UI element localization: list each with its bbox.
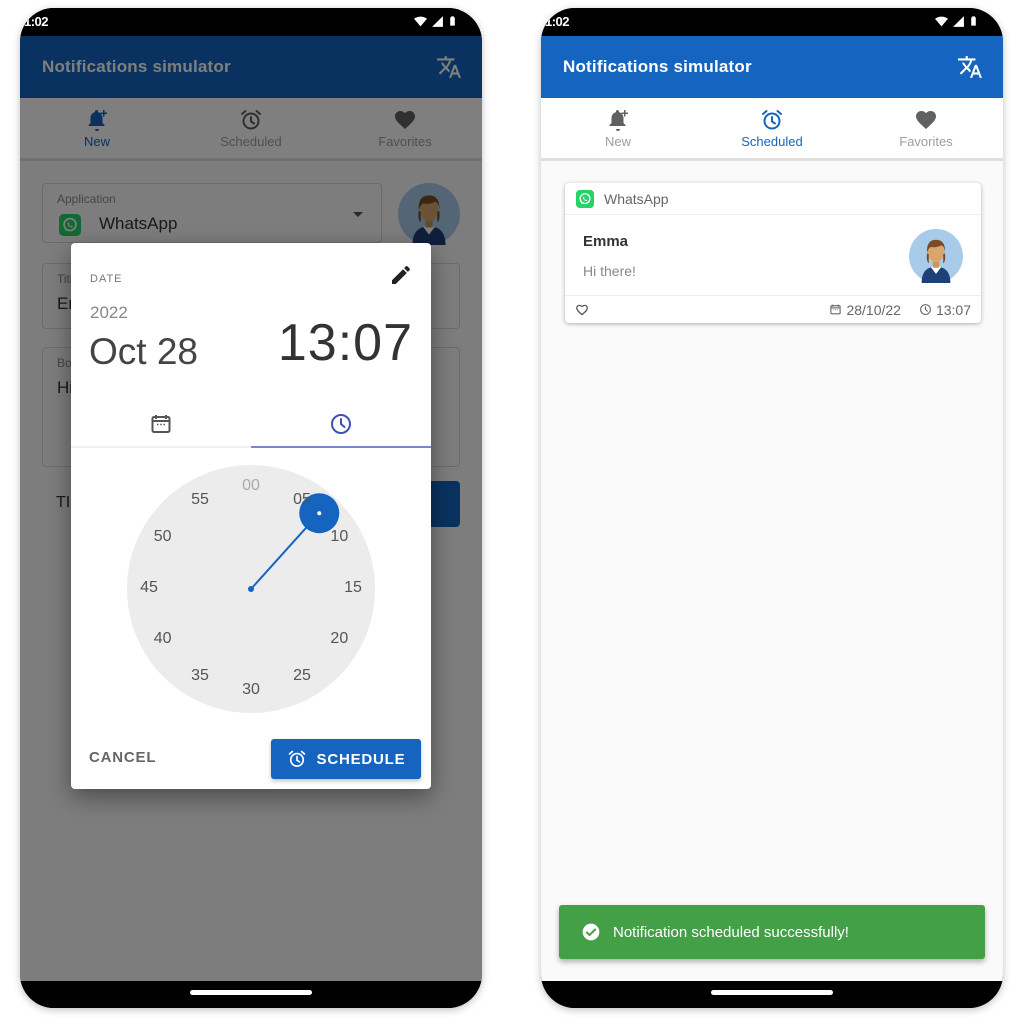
card-date-value: 28/10/22 [846,301,901,318]
favorite-heart-outline-icon[interactable] [575,303,589,317]
clock-number[interactable]: 20 [325,630,353,648]
app-title: Notifications simulator [563,57,752,76]
tab-date[interactable] [71,401,251,446]
status-time: 1:02 [545,14,570,29]
clock-number[interactable]: 25 [288,667,316,685]
clock-number[interactable]: 55 [186,491,214,509]
schedule-button-label: SCHEDULE [316,750,406,768]
home-indicator[interactable] [190,990,312,995]
clock-number[interactable]: 50 [149,528,177,546]
clock-number[interactable]: 05 [288,491,316,509]
clock-number[interactable]: 40 [149,630,177,648]
calendar-icon [149,412,173,436]
status-icons [934,14,979,28]
translate-icon[interactable] [957,54,983,80]
status-bar: 1:02 [541,8,1003,36]
status-time: 1:02 [24,14,49,29]
snackbar-message: Notification scheduled successfully! [613,923,849,941]
status-bar: 1:02 [20,8,482,36]
datetime-picker-dialog: DATE 2022 Oct 28 13:07 00 05 10 15 20 25 30 35 4… [71,243,431,789]
battery-icon [447,14,458,28]
schedule-button[interactable]: SCHEDULE [271,739,421,779]
clock-number[interactable]: 30 [237,681,265,699]
clock-number[interactable]: 45 [135,579,163,597]
right-phone-frame: 1:02 Notifications simulator New Schedul… [541,8,1003,1008]
home-indicator[interactable] [711,990,833,995]
wifi-icon [413,15,428,28]
scheduled-notification-card[interactable]: WhatsApp Emma Hi there! 28/10/22 13:07 [565,183,981,323]
heart-icon [914,108,938,132]
picker-tabs [71,401,431,448]
alarm-clock-icon [287,749,307,769]
tab-scheduled[interactable]: Scheduled [695,98,849,158]
battery-icon [968,14,979,28]
card-time-value: 13:07 [935,301,971,318]
clock-number[interactable]: 00 [237,477,265,495]
screen: Notifications simulator New Scheduled Fa… [20,36,482,981]
selected-year[interactable]: 2022 [90,303,128,323]
scheduled-list: WhatsApp Emma Hi there! 28/10/22 13:07 N… [541,161,1003,981]
clock-number[interactable]: 35 [186,667,214,685]
alarm-clock-icon [760,108,784,132]
card-sender: Emma [583,233,629,250]
card-header: WhatsApp [565,183,981,215]
calendar-icon [829,303,842,316]
selected-time[interactable]: 13:07 [278,313,413,373]
tab-label: Scheduled [741,133,803,149]
clock-hand[interactable] [127,465,375,713]
signal-icon [952,15,965,28]
card-date: 28/10/22 [829,302,901,318]
tab-favorites[interactable]: Favorites [849,98,1003,158]
signal-icon [431,15,444,28]
tab-new[interactable]: New [541,98,695,158]
whatsapp-icon [576,190,594,208]
tab-bar: New Scheduled Favorites [541,98,1003,161]
card-app-name: WhatsApp [604,190,669,207]
clock-number[interactable]: 10 [325,528,353,546]
clock-hand-knob-dot [317,511,322,516]
left-phone-frame: 1:02 Notifications simulator New Schedul… [20,8,482,1008]
clock-number[interactable]: 15 [339,579,367,597]
check-circle-icon [581,922,601,942]
clock-icon [329,412,353,436]
screen: Notifications simulator New Scheduled Fa… [541,36,1003,981]
clock-icon [919,303,932,316]
card-message: Hi there! [583,263,636,279]
bell-plus-icon [606,108,630,132]
minute-clock-face[interactable]: 00 05 10 15 20 25 30 35 40 45 50 55 [127,465,375,713]
tab-label: Favorites [899,133,953,149]
card-time: 13:07 [919,302,971,318]
clock-center-dot [248,586,254,592]
tab-label: New [604,133,631,149]
tab-time[interactable] [251,401,431,448]
avatar [909,229,963,283]
card-footer: 28/10/22 13:07 [565,295,981,323]
date-label: DATE [90,273,123,285]
edit-icon[interactable] [389,263,413,287]
app-bar: Notifications simulator [541,36,1003,98]
status-icons [413,14,458,28]
cancel-button[interactable]: CANCEL [89,749,156,766]
selected-date[interactable]: Oct 28 [89,331,198,373]
wifi-icon [934,15,949,28]
system-nav-bar [20,981,482,1008]
success-snackbar: Notification scheduled successfully! [559,905,985,959]
system-nav-bar [541,981,1003,1008]
